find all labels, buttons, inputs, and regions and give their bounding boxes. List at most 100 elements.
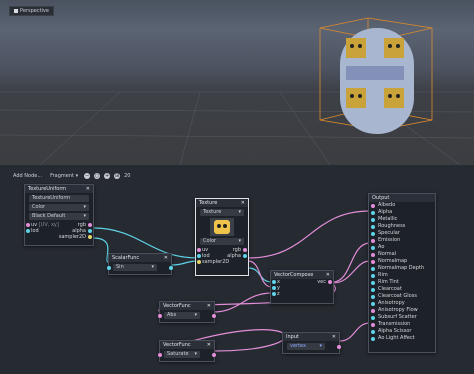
vector-output-port[interactable]	[212, 314, 216, 318]
output-input-port[interactable]	[371, 329, 375, 334]
output-input-port[interactable]	[371, 266, 375, 271]
output-input-port[interactable]	[371, 287, 375, 292]
close-icon[interactable]: ✕	[326, 271, 330, 279]
texture-preview[interactable]	[210, 218, 234, 236]
viewport-scene	[0, 17, 474, 165]
snap-value-field[interactable]: 20	[124, 173, 130, 179]
scalar-func-select[interactable]: Sin ▾	[113, 264, 157, 271]
output-port-label: Alpha	[378, 209, 393, 215]
shader-mode-label: Fragment	[50, 173, 74, 179]
add-node-button[interactable]: Add Node...	[11, 172, 44, 180]
vector-func-abs-node[interactable]: VectorFunc ✕ Abs ▾	[158, 301, 216, 323]
output-input-port[interactable]	[371, 210, 375, 215]
alpha-output-port[interactable]	[243, 254, 247, 258]
zoom-out-icon[interactable]: −	[84, 173, 91, 179]
3d-viewport[interactable]: Perspective	[0, 0, 474, 165]
output-input-port[interactable]	[371, 224, 375, 229]
perspective-menu[interactable]: Perspective	[9, 6, 54, 16]
snap-grid-icon[interactable]: ⊞	[114, 173, 121, 179]
z-input-port[interactable]	[272, 292, 276, 296]
vec-output-port[interactable]	[328, 280, 332, 284]
output-input-port[interactable]	[371, 203, 375, 208]
output-input-port[interactable]	[371, 294, 375, 299]
output-input-port[interactable]	[371, 231, 375, 236]
output-port-row: Normalmap Depth	[369, 265, 435, 272]
node-title: VectorCompose	[274, 272, 314, 278]
close-icon[interactable]: ✕	[86, 185, 90, 193]
vector-input-port[interactable]	[158, 314, 162, 318]
close-icon[interactable]: ✕	[241, 199, 245, 207]
vector-func-saturate-node[interactable]: VectorFunc ✕ Saturate ▾	[158, 340, 216, 362]
lod-input-port[interactable]	[197, 254, 201, 258]
wire-rgb-to-albedo	[247, 210, 371, 259]
node-title: ScalarFunc	[112, 255, 140, 261]
x-input-port[interactable]	[272, 280, 276, 284]
output-input-port[interactable]	[371, 238, 375, 243]
default-color-select[interactable]: Black Default ▾	[29, 213, 89, 220]
scalar-func-label: Sin	[116, 264, 124, 270]
scalar-input-port[interactable]	[107, 266, 111, 270]
output-input-port[interactable]	[371, 217, 375, 222]
output-port-row: Anisotropy Flow	[369, 307, 435, 314]
input-node[interactable]: Input ✕ vertex ▾	[282, 332, 341, 354]
output-port-row: Clearcoat	[369, 286, 435, 293]
output-input-port[interactable]	[371, 280, 375, 285]
sampler-input-port[interactable]	[197, 260, 201, 264]
scalar-output-port[interactable]	[169, 266, 173, 270]
alpha-output-port[interactable]	[88, 229, 92, 233]
y-input-port[interactable]	[272, 286, 276, 290]
texture-uniform-node[interactable]: TextureUniform ✕ TextureUniform Color ▾ Bl…	[24, 184, 94, 246]
close-icon[interactable]: ✕	[207, 341, 211, 349]
output-input-port[interactable]	[371, 259, 375, 264]
close-icon[interactable]: ✕	[164, 254, 168, 262]
output-port-label: Anisotropy	[378, 300, 405, 306]
output-input-port[interactable]	[371, 315, 375, 320]
capsule-mesh	[340, 28, 414, 134]
input-select[interactable]: vertex ▾	[287, 343, 325, 350]
node-title: Input	[286, 334, 299, 340]
rgb-output-port[interactable]	[243, 248, 247, 252]
output-input-port[interactable]	[371, 301, 375, 306]
rgb-output-port[interactable]	[88, 223, 92, 227]
wire-vec-to-normal	[332, 260, 371, 284]
uniform-name-field[interactable]: TextureUniform	[29, 195, 89, 202]
sampler-output-port[interactable]	[88, 235, 92, 239]
output-node[interactable]: Output Albedo Alpha Metallic Roughness Specu…	[368, 193, 436, 353]
output-port-row: Normalmap	[369, 258, 435, 265]
output-input-port[interactable]	[371, 245, 375, 250]
vector-func-select[interactable]: Abs ▾	[164, 312, 200, 319]
output-input-port[interactable]	[371, 273, 375, 278]
vector-func-select[interactable]: Saturate ▾	[164, 351, 200, 358]
port-row: z	[271, 291, 333, 297]
vector-input-port[interactable]	[158, 353, 162, 357]
uv-input-port[interactable]	[197, 248, 201, 252]
input-output-port[interactable]	[337, 345, 341, 349]
output-input-port[interactable]	[371, 322, 375, 327]
sampler-label: sampler2D	[202, 259, 230, 265]
scalar-func-node[interactable]: ScalarFunc ✕ Sin ▾	[107, 253, 173, 275]
output-port-row: Albedo	[369, 202, 435, 209]
color-type-select[interactable]: Color ▾	[29, 204, 89, 211]
texture-thumbnail-image	[214, 220, 230, 234]
node-title: VectorFunc	[163, 342, 191, 348]
texture-type-select[interactable]: Color ▾	[200, 238, 244, 245]
output-input-port[interactable]	[371, 252, 375, 257]
zoom-reset-icon[interactable]: ○	[94, 173, 101, 179]
vector-output-port[interactable]	[212, 353, 216, 357]
output-port-label: Subsurf Scatter	[378, 314, 417, 320]
output-port-row: Rim Tint	[369, 279, 435, 286]
output-port-label: Transmission	[378, 321, 411, 327]
output-input-port[interactable]	[371, 336, 375, 341]
shader-mode-select[interactable]: Fragment ▾	[48, 172, 80, 180]
visual-shader-graph[interactable]: TextureUniform ✕ TextureUniform Color ▾ Bl…	[0, 183, 474, 374]
close-icon[interactable]: ✕	[207, 302, 211, 310]
close-icon[interactable]: ✕	[332, 333, 336, 341]
texture-node[interactable]: Texture ✕ Texture ▾ Color ▾ uv rgb lod alpha …	[195, 198, 249, 276]
output-input-port[interactable]	[371, 308, 375, 313]
zoom-in-icon[interactable]: +	[104, 173, 111, 179]
chevron-down-icon: ▾	[83, 213, 86, 219]
uv-input-port[interactable]	[26, 223, 30, 227]
texture-source-select[interactable]: Texture ▾	[200, 209, 244, 216]
vector-compose-node[interactable]: VectorCompose ✕ x vec y z	[270, 270, 334, 304]
lod-input-port[interactable]	[26, 229, 30, 233]
